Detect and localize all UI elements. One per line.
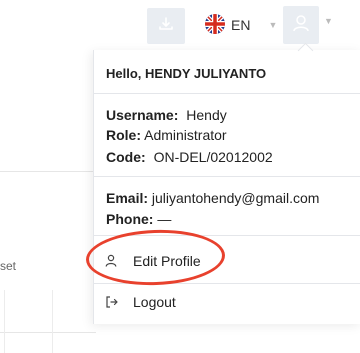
user-icon <box>291 13 311 38</box>
phone-label: Phone: <box>106 211 154 227</box>
email-row: Email: juliyantohendy@gmail.com <box>106 190 319 206</box>
background-grid-line <box>52 290 53 353</box>
code-label: Code: <box>106 149 146 165</box>
role-row: Role: Administrator <box>106 127 227 143</box>
uk-flag-icon <box>205 13 225 37</box>
logout-label: Logout <box>133 294 176 310</box>
logout-menu-item[interactable]: Logout <box>94 284 360 320</box>
language-label: EN <box>231 17 251 33</box>
background-divider <box>0 332 96 333</box>
email-value: juliyantohendy@gmail.com <box>151 190 320 206</box>
user-greeting: Hello, HENDY JULIYANTO <box>106 66 267 81</box>
code-value: ON-DEL/02012002 <box>153 149 273 165</box>
menu-divider <box>94 93 360 94</box>
username-row: Username: Hendy <box>106 107 227 123</box>
role-label: Role: <box>106 127 141 143</box>
chevron-down-icon: ▼ <box>268 20 278 30</box>
chevron-down-icon: ▼ <box>324 16 333 26</box>
logout-icon <box>105 295 119 309</box>
download-button[interactable] <box>147 8 185 44</box>
background-divider <box>0 171 96 172</box>
phone-value: — <box>157 211 172 227</box>
username-label: Username: <box>106 107 179 123</box>
role-value: Administrator <box>144 127 227 143</box>
background-grid-line <box>4 290 5 353</box>
language-selector[interactable]: EN ▼ <box>205 13 278 37</box>
user-avatar-button[interactable] <box>283 6 319 44</box>
menu-divider <box>94 176 360 177</box>
code-row: Code: ON-DEL/02012002 <box>106 149 273 165</box>
phone-row: Phone: — <box>106 211 171 227</box>
email-label: Email: <box>106 190 149 206</box>
download-icon <box>158 16 174 37</box>
username-value: Hendy <box>186 107 227 123</box>
background-partial-text: set <box>0 259 17 273</box>
